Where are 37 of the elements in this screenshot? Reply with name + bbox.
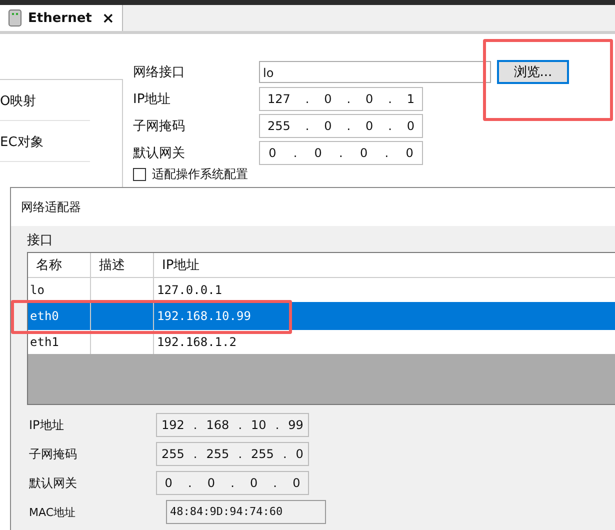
table-cell: 127.0.0.1 — [157, 283, 222, 297]
column-header[interactable]: IP地址 — [154, 253, 615, 277]
sidebar-item[interactable]: EC对象 — [0, 123, 90, 162]
table-cell: 192.168.1.2 — [157, 335, 236, 349]
dialog-title: 网络适配器 — [21, 198, 81, 216]
checkbox-label: 适配操作系统配置 — [152, 166, 248, 182]
field-label: 网络接口 — [133, 64, 186, 81]
field-label: MAC地址 — [29, 504, 77, 520]
ip-field[interactable]: 192 . 168 . 10 . 99 — [156, 413, 309, 437]
field-label: 子网掩码 — [133, 118, 186, 135]
table-cell: lo — [30, 283, 44, 297]
interface-field[interactable]: lo — [259, 61, 491, 83]
ip-field[interactable]: 0 . 0 . 0 . 0 — [259, 141, 423, 165]
column-header[interactable]: 描述 — [91, 253, 154, 277]
sidebar-item[interactable]: O映射 — [0, 82, 90, 121]
close-icon[interactable]: × — [102, 9, 114, 27]
editor-tab[interactable]: Ethernet × — [0, 5, 124, 31]
mac-field[interactable]: 48:84:9D:94:74:60 — [166, 500, 326, 524]
table-row[interactable]: eth0 192.168.10.99 — [28, 302, 615, 330]
field-label: 子网掩码 — [29, 446, 78, 462]
table-row[interactable]: lo 127.0.0.1 — [28, 278, 615, 302]
field-label: IP地址 — [133, 91, 172, 108]
group-label: 接口 — [27, 232, 54, 249]
browse-button[interactable]: 浏览... — [497, 60, 569, 84]
ip-field[interactable]: 255 . 0 . 0 . 0 — [259, 114, 423, 138]
field-label: IP地址 — [29, 416, 65, 434]
field-label: 默认网关 — [133, 145, 186, 162]
checkbox[interactable] — [133, 168, 146, 180]
field-label: 默认网关 — [29, 474, 78, 492]
ip-field[interactable]: 0 . 0 . 0 . 0 — [156, 471, 309, 495]
table-cell: eth0 — [30, 309, 59, 323]
ip-field[interactable]: 255 . 255 . 255 . 0 — [156, 442, 309, 466]
table-cell: eth1 — [30, 335, 59, 349]
ip-field[interactable]: 127 . 0 . 0 . 1 — [259, 87, 423, 111]
table-cell: 192.168.10.99 — [157, 309, 251, 323]
column-header[interactable]: 名称 — [28, 253, 91, 277]
device-icon — [8, 9, 22, 27]
